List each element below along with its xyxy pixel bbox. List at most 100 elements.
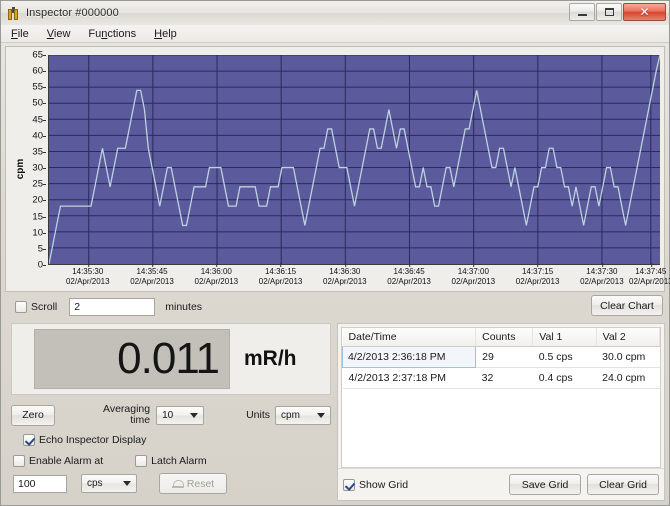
averaging-time-label-line2: time [103,415,150,426]
chart-series-line [49,55,660,264]
chart-y-tick-mark [43,103,46,104]
alarm-settings-row: 100 cps Reset [13,473,333,494]
data-grid-panel: Date/TimeCountsVal 1Val 2 4/2/2013 2:36:… [337,323,665,501]
chart-x-tick-date: 02/Apr/2013 [130,277,174,287]
chart-x-tick-date: 02/Apr/2013 [452,277,496,287]
chart-x-tick-date: 02/Apr/2013 [516,277,560,287]
chart-plot-area[interactable] [48,55,660,265]
close-button[interactable]: ✕ [623,3,666,21]
table-row[interactable]: 4/2/2013 2:37:18 PM320.4 cps24.0 cpm [343,368,660,389]
clear-grid-button[interactable]: Clear Grid [587,474,659,495]
chart-y-tick-mark [43,217,46,218]
averaging-time-label: Averaging time [103,404,150,426]
enable-alarm-label: Enable Alarm at [29,455,103,467]
data-grid-scroll-area[interactable]: Date/TimeCountsVal 1Val 2 4/2/2013 2:36:… [341,327,661,468]
chart-x-tick-time: 14:37:30 [580,267,624,277]
maximize-button[interactable] [596,3,622,21]
controls-row-primary: Zero Averaging time 10 Units cpm [11,403,331,427]
chart-x-tick-time: 14:37:45 [629,267,670,277]
alarm-checkbox-row: Enable Alarm at Latch Alarm [13,455,333,467]
chart-y-tick-label: 50 [32,98,43,109]
scroll-checkbox[interactable] [15,301,27,313]
data-grid-header-row: Date/TimeCountsVal 1Val 2 [343,328,660,347]
chart-x-tick-mark [651,263,652,267]
bottom-section: 0.011 mR/h Zero Averaging time 10 Units … [5,320,665,501]
alarm-bell-icon [172,478,183,489]
table-cell: 30.0 cpm [596,347,659,368]
clear-chart-button[interactable]: Clear Chart [591,295,663,316]
alarm-unit-value: cps [87,478,115,489]
table-row[interactable]: 4/2/2013 2:36:18 PM290.5 cps30.0 cpm [343,347,660,368]
table-cell: 4/2/2013 2:36:18 PM [343,347,476,368]
units-dropdown[interactable]: cpm [275,406,331,425]
chart-y-tick-label: 30 [32,163,43,174]
table-cell: 24.0 cpm [596,368,659,389]
application-window: Inspector #000000 ✕ File View Functions … [0,0,670,506]
chart-x-tick-time: 14:35:45 [130,267,174,277]
window-title: Inspector #000000 [26,7,119,19]
inspector-app-icon [6,6,21,21]
minimize-button[interactable] [569,3,595,21]
table-cell: 0.5 cps [533,347,596,368]
alarm-reset-label: Reset [187,478,214,490]
chart-x-tick-date: 02/Apr/2013 [323,277,367,287]
latch-alarm-checkbox[interactable] [135,455,147,467]
data-grid-column-header[interactable]: Val 2 [596,328,659,347]
zero-button[interactable]: Zero [11,405,55,426]
chart-x-tick-label: 14:36:1502/Apr/2013 [259,267,303,287]
alarm-unit-dropdown[interactable]: cps [81,474,137,493]
chart-panel: cpm 05101520253035404550556065 14:35:300… [5,46,665,292]
data-grid-column-header[interactable]: Date/Time [343,328,476,347]
scroll-minutes-input[interactable]: 2 [69,298,155,316]
show-grid-checkbox[interactable] [343,479,355,491]
alarm-reset-button[interactable]: Reset [159,473,227,494]
averaging-time-dropdown[interactable]: 10 [156,406,204,425]
chart-x-tick-label: 14:36:4502/Apr/2013 [387,267,431,287]
minutes-label: minutes [165,301,202,313]
chart-x-tick-mark [216,263,217,267]
table-cell: 29 [476,347,533,368]
menu-item-functions[interactable]: Functions [86,27,138,41]
chart-y-tick-label: 15 [32,211,43,222]
data-grid-body: 4/2/2013 2:36:18 PM290.5 cps30.0 cpm4/2/… [343,347,660,389]
chart-x-tick-label: 14:37:3002/Apr/2013 [580,267,624,287]
menu-functions-rest: ctions [107,28,136,40]
menu-item-help[interactable]: Help [152,27,179,41]
menu-file-rest: ile [18,28,29,40]
chevron-down-icon [123,481,131,486]
save-grid-button[interactable]: Save Grid [509,474,581,495]
chart-y-tick-label: 10 [32,227,43,238]
reading-lcd: 0.011 [34,329,230,389]
reading-unit: mR/h [244,347,297,371]
chart-x-tick-date: 02/Apr/2013 [259,277,303,287]
reading-panel: 0.011 mR/h Zero Averaging time 10 Units … [5,320,333,501]
chart-x-tick-date: 02/Apr/2013 [195,277,239,287]
chart-vertical-gridlines [89,55,651,264]
data-grid-column-header[interactable]: Val 1 [533,328,596,347]
enable-alarm-checkbox[interactable] [13,455,25,467]
chart-y-tick-mark [43,168,46,169]
chart-x-tick-time: 14:37:15 [516,267,560,277]
chart-x-axis-ticks: 14:35:3002/Apr/201314:35:4502/Apr/201314… [48,267,660,291]
units-value: cpm [281,410,309,421]
echo-inspector-display-checkbox[interactable] [23,434,35,446]
chart-y-tick-mark [43,249,46,250]
chart-x-tick-label: 14:37:0002/Apr/2013 [452,267,496,287]
chart-x-tick-mark [409,263,410,267]
chart-y-tick-mark [43,120,46,121]
latch-alarm-label: Latch Alarm [151,455,206,467]
echo-inspector-display-label: Echo Inspector Display [39,434,146,446]
menu-item-view[interactable]: View [45,27,73,41]
echo-display-row: Echo Inspector Display [23,434,333,446]
chart-x-tick-time: 14:36:00 [195,267,239,277]
chart-x-tick-label: 14:35:4502/Apr/2013 [130,267,174,287]
title-bar: Inspector #000000 ✕ [1,1,669,25]
table-cell: 32 [476,368,533,389]
chart-x-tick-label: 14:37:4502/Apr/2013 [629,267,670,287]
chevron-down-icon [190,413,198,418]
chart-y-tick-mark [43,55,46,56]
chart-x-tick-label: 14:35:3002/Apr/2013 [66,267,110,287]
alarm-threshold-input[interactable]: 100 [13,475,67,493]
data-grid-column-header[interactable]: Counts [476,328,533,347]
menu-item-file[interactable]: File [9,27,31,41]
